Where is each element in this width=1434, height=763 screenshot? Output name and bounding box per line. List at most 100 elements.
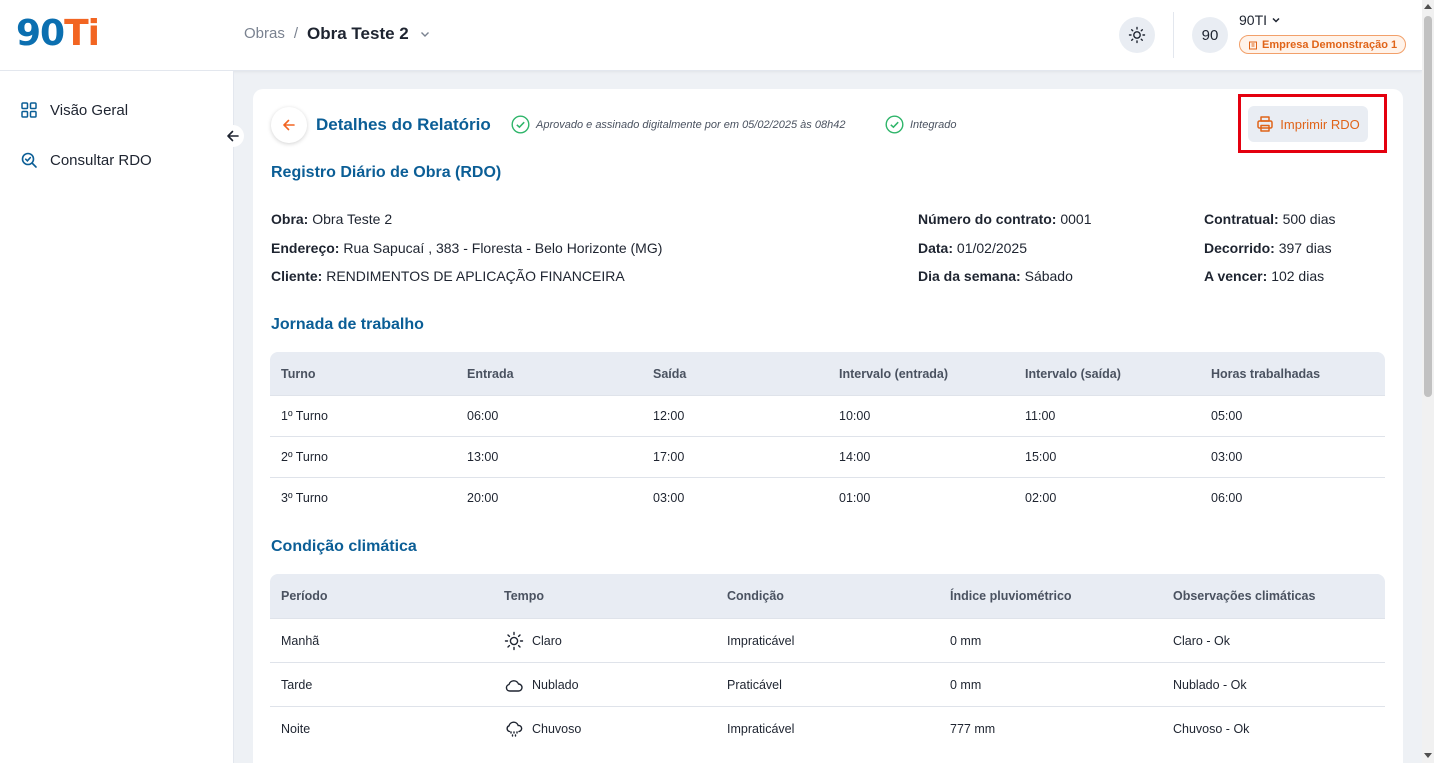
sun-icon — [504, 631, 524, 650]
table-cell: 2º Turno — [270, 436, 456, 477]
rdo-title: Registro Diário de Obra (RDO) — [271, 164, 502, 181]
table-cell: 01:00 — [828, 477, 1014, 518]
rain-icon — [506, 721, 523, 737]
user-name: 90TI — [1239, 12, 1268, 28]
company-badge[interactable]: Empresa Demonstração 1 — [1239, 35, 1407, 54]
table-row: Tarde Nublado Praticável 0 mm Nublado - … — [270, 662, 1385, 706]
info-value: 01/02/2025 — [956, 240, 1027, 256]
info-dia-semana: Dia da semana: Sábado — [918, 267, 1073, 285]
table-cell: 10:00 — [828, 395, 1014, 436]
status-approved-text: Aprovado e assinado digitalmente por em … — [536, 118, 846, 131]
info-contratual: Contratual: 500 dias — [1204, 210, 1336, 228]
table-cell: 3º Turno — [270, 477, 456, 518]
scroll-up-arrow[interactable] — [1424, 4, 1432, 9]
table-cell: Claro — [493, 618, 716, 662]
info-value: 397 dias — [1278, 240, 1332, 256]
table-cell: 14:00 — [828, 436, 1014, 477]
table-cell: Manhã — [270, 618, 493, 662]
table-header-row: Turno Entrada Saída Intervalo (entrada) … — [270, 352, 1385, 395]
table-cell: 03:00 — [1200, 436, 1385, 477]
scroll-thumb[interactable] — [1424, 16, 1432, 397]
column-header: Saída — [642, 352, 828, 395]
table-row: 1º Turno 06:00 12:00 10:00 11:00 05:00 — [270, 395, 1385, 436]
arrow-left-icon — [227, 130, 239, 142]
column-header: Horas trabalhadas — [1200, 352, 1385, 395]
table-cell: 06:00 — [1200, 477, 1385, 518]
table-cell: 0 mm — [939, 618, 1162, 662]
table-cell: Claro - Ok — [1162, 618, 1385, 662]
info-value: 102 dias — [1271, 268, 1325, 284]
breadcrumb: Obras / Obra Teste 2 — [244, 24, 431, 44]
table-cell: Praticável — [716, 662, 939, 706]
table-cell: 12:00 — [642, 395, 828, 436]
info-label: Data: — [918, 240, 954, 256]
sidebar: Visão Geral Consultar RDO — [0, 71, 234, 763]
info-label: Número do contrato: — [918, 211, 1057, 227]
column-header: Tempo — [493, 574, 716, 618]
collapse-sidebar-button[interactable] — [222, 125, 244, 147]
theme-toggle-button[interactable] — [1119, 17, 1155, 53]
sidebar-item-label: Consultar RDO — [50, 151, 152, 169]
table-row: 2º Turno 13:00 17:00 14:00 15:00 03:00 — [270, 436, 1385, 477]
table-row: Manhã Claro Impraticável 0 mm Claro - Ok — [270, 618, 1385, 662]
jornada-title: Jornada de trabalho — [271, 316, 424, 333]
table-cell: 05:00 — [1200, 395, 1385, 436]
table-cell: 13:00 — [456, 436, 642, 477]
building-icon — [1249, 41, 1257, 49]
info-decorrido: Decorrido: 397 dias — [1204, 239, 1332, 257]
table-cell: 11:00 — [1014, 395, 1200, 436]
page-title: Detalhes do Relatório — [316, 115, 491, 134]
column-header: Condição — [716, 574, 939, 618]
column-header: Entrada — [456, 352, 642, 395]
print-rdo-button[interactable]: Imprimir RDO — [1248, 106, 1368, 142]
table-cell: 20:00 — [456, 477, 642, 518]
page-scrollbar[interactable] — [1422, 0, 1434, 763]
info-cliente: Cliente: RENDIMENTOS DE APLICAÇÃO FINANC… — [271, 267, 625, 285]
breadcrumb-parent[interactable]: Obras — [244, 24, 285, 44]
info-endereco: Endereço: Rua Sapucaí , 383 - Floresta -… — [271, 239, 662, 257]
breadcrumb-current[interactable]: Obra Teste 2 — [307, 24, 409, 44]
table-cell: Impraticável — [716, 618, 939, 662]
chevron-down-icon — [1272, 17, 1280, 23]
info-label: Dia da semana: — [918, 268, 1021, 284]
table-cell: Nublado - Ok — [1162, 662, 1385, 706]
grid-icon — [21, 102, 37, 118]
arrow-left-icon — [283, 119, 295, 131]
table-cell: Nublado — [493, 662, 716, 706]
info-label: Decorrido: — [1204, 240, 1275, 256]
scroll-down-arrow[interactable] — [1424, 753, 1432, 758]
column-header: Intervalo (entrada) — [828, 352, 1014, 395]
user-menu[interactable]: 90TI — [1239, 12, 1281, 28]
header-divider — [1173, 12, 1174, 58]
chevron-down-icon[interactable] — [419, 28, 431, 40]
printer-icon — [1257, 116, 1274, 132]
status-integrated: Integrado — [885, 115, 956, 134]
report-card: Detalhes do Relatório Aprovado e assinad… — [253, 89, 1403, 763]
clima-title: Condição climática — [271, 538, 417, 555]
brand-logo[interactable]: 90Ti — [16, 13, 100, 54]
info-value: RENDIMENTOS DE APLICAÇÃO FINANCEIRA — [326, 268, 625, 284]
info-value: Obra Teste 2 — [312, 211, 393, 227]
column-header: Observações climáticas — [1162, 574, 1385, 618]
top-header: 90Ti Obras / Obra Teste 2 90 90TI Empres… — [0, 0, 1422, 71]
avatar[interactable]: 90 — [1192, 17, 1228, 53]
logo-part-1: 90 — [16, 13, 65, 54]
clima-table: Período Tempo Condição Índice pluviométr… — [270, 574, 1385, 750]
table-cell: 777 mm — [939, 706, 1162, 750]
table-cell: 06:00 — [456, 395, 642, 436]
info-a-vencer: A vencer: 102 dias — [1204, 267, 1324, 285]
sidebar-item-consultar-rdo[interactable]: Consultar RDO — [20, 151, 152, 169]
table-cell: 02:00 — [1014, 477, 1200, 518]
info-label: Endereço: — [271, 240, 340, 256]
sidebar-item-visao-geral[interactable]: Visão Geral — [20, 101, 128, 119]
info-value: Rua Sapucaí , 383 - Floresta - Belo Hori… — [343, 240, 663, 256]
table-cell: Impraticável — [716, 706, 939, 750]
info-value: Sábado — [1024, 268, 1073, 284]
info-label: Obra: — [271, 211, 309, 227]
print-rdo-label: Imprimir RDO — [1280, 116, 1360, 132]
info-obra: Obra: Obra Teste 2 — [271, 210, 392, 228]
info-label: Cliente: — [271, 268, 323, 284]
table-cell: 1º Turno — [270, 395, 456, 436]
column-header: Turno — [270, 352, 456, 395]
back-button[interactable] — [271, 107, 307, 143]
